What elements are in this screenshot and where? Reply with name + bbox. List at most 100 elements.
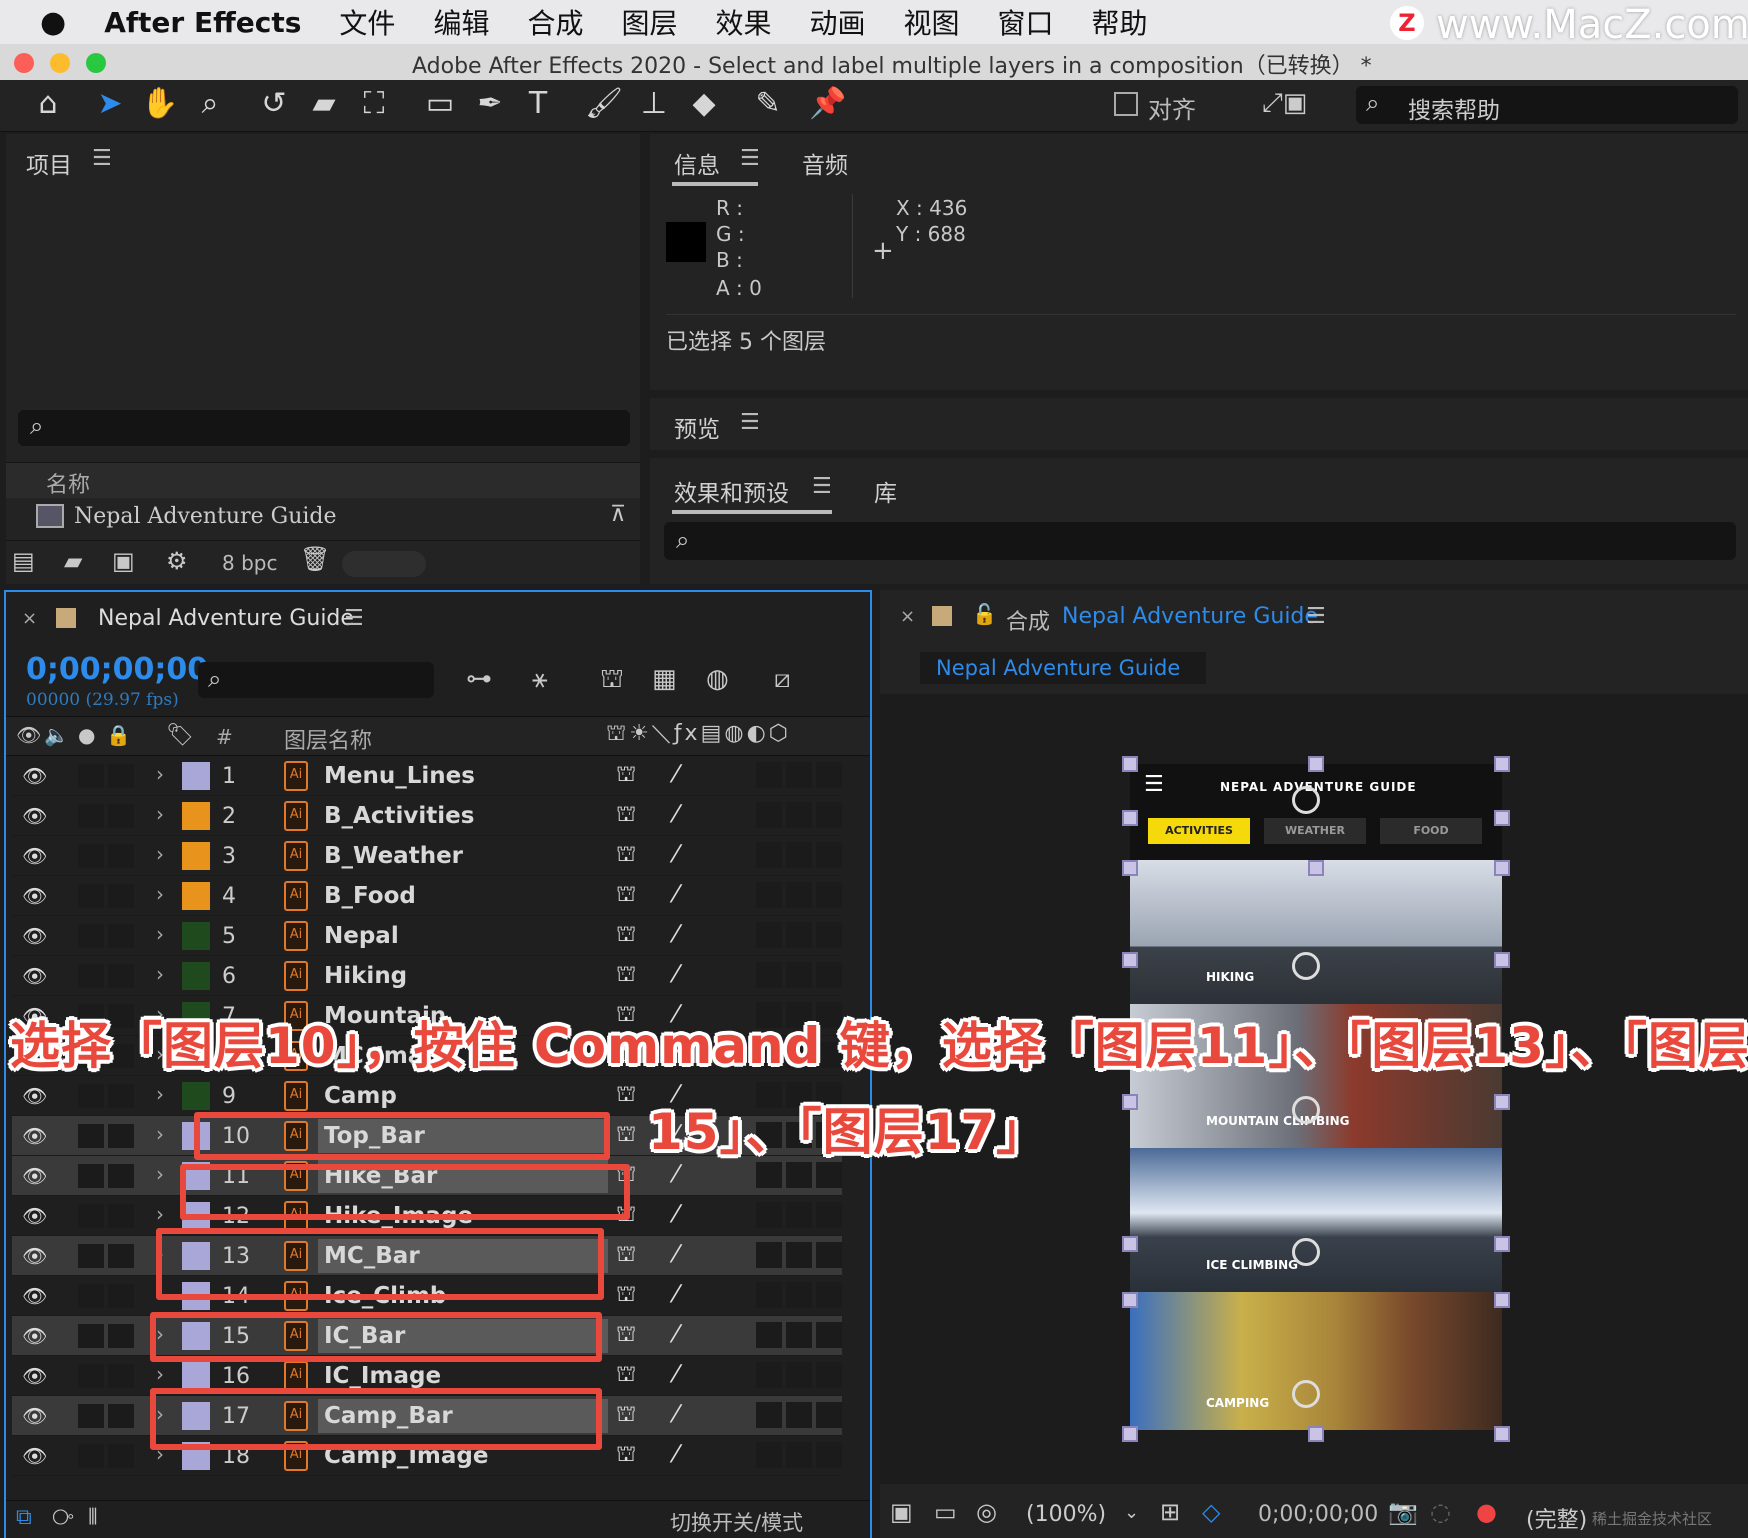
solo-switch[interactable] — [78, 844, 104, 868]
quality-switch-icon[interactable]: ⁄ — [674, 840, 678, 868]
label-color[interactable] — [182, 1082, 210, 1110]
tab-audio[interactable]: 音频 — [802, 146, 848, 180]
twirl-chevron-icon[interactable]: › — [156, 1162, 164, 1186]
threed-switch[interactable] — [816, 762, 842, 788]
threed-switch[interactable] — [816, 842, 842, 868]
blend-switch[interactable] — [756, 1242, 782, 1268]
threed-switch[interactable] — [816, 1162, 842, 1188]
adjust-switch[interactable] — [786, 762, 812, 788]
transparency-grid-icon[interactable]: ◇ — [1202, 1498, 1220, 1526]
channel-icon[interactable]: ● — [1476, 1498, 1497, 1526]
transform-handle[interactable] — [1122, 1094, 1138, 1110]
display-icon[interactable]: ▭ — [934, 1498, 957, 1526]
home-icon[interactable]: ⌂ — [28, 86, 68, 121]
transform-handle[interactable] — [1494, 1236, 1510, 1252]
shy-switch-icon[interactable]: ⛫ — [616, 882, 636, 910]
menu-animation[interactable]: 动画 — [810, 2, 866, 42]
shy-switch-icon[interactable]: ⛫ — [616, 762, 636, 790]
twirl-chevron-icon[interactable]: › — [156, 882, 164, 906]
solo-switch[interactable] — [78, 1364, 104, 1388]
transform-handle[interactable] — [1494, 860, 1510, 876]
anchor-point-icon[interactable] — [1292, 952, 1320, 980]
quality-switch-icon[interactable]: ⁄ — [674, 800, 678, 828]
menu-file[interactable]: 文件 — [339, 2, 395, 42]
camera-tool-icon[interactable]: ▰ — [304, 86, 344, 121]
transform-handle[interactable] — [1494, 1292, 1510, 1308]
solo-switch[interactable] — [78, 1204, 104, 1228]
table-row[interactable]: 👁 › 3 Ai B_Weather ⛫ ⁄ — [12, 836, 842, 876]
transform-handle[interactable] — [1122, 1236, 1138, 1252]
timeline-search-input[interactable]: ⌕ — [198, 662, 434, 698]
mask-icon[interactable]: ◎ — [976, 1498, 997, 1526]
roto-brush-tool-icon[interactable]: ✎ — [748, 86, 788, 121]
label-color[interactable] — [182, 882, 210, 910]
zoom-window-button[interactable] — [86, 53, 106, 73]
solo-switch[interactable] — [78, 1164, 104, 1188]
twirl-chevron-icon[interactable]: › — [156, 802, 164, 826]
solo-switch[interactable] — [78, 1324, 104, 1348]
always-preview-icon[interactable]: ▣ — [890, 1498, 913, 1526]
effects-menu-icon[interactable]: ☰ — [812, 474, 832, 499]
solo-switch[interactable] — [78, 1124, 104, 1148]
solo-switch[interactable] — [78, 1244, 104, 1268]
shy-switch-icon[interactable]: ⛫ — [616, 1442, 636, 1470]
threed-switch[interactable] — [816, 1362, 842, 1388]
threed-switch[interactable] — [816, 802, 842, 828]
shy-switch-icon[interactable]: ⛫ — [616, 1122, 636, 1150]
eye-icon[interactable]: 👁 — [22, 1164, 47, 1188]
menu-effect[interactable]: 效果 — [715, 2, 771, 42]
blend-switch[interactable] — [756, 1282, 782, 1308]
tab-info[interactable]: 信息 — [674, 146, 720, 180]
minimize-window-button[interactable] — [50, 53, 70, 73]
snapping-icon[interactable]: ⤢▣ — [1262, 88, 1307, 119]
layer-name[interactable]: Camp — [324, 1083, 397, 1109]
quality-switch-icon[interactable]: ⁄ — [674, 1280, 678, 1308]
project-scroll[interactable] — [342, 551, 426, 577]
eye-icon[interactable]: 👁 — [22, 924, 47, 948]
bit-depth-button[interactable]: 8 bpc — [222, 551, 277, 575]
menu-layer[interactable]: 图层 — [621, 2, 677, 42]
visibility-column-icon[interactable]: 👁 — [16, 723, 41, 747]
lock-switch[interactable] — [108, 1324, 134, 1348]
transform-handle[interactable] — [1122, 952, 1138, 968]
current-time[interactable]: 0;00;00;00 — [26, 652, 208, 687]
transform-handle[interactable] — [1494, 810, 1510, 826]
shy-switch-icon[interactable]: ⛫ — [616, 1402, 636, 1430]
quality-switch-icon[interactable]: ⁄ — [674, 1200, 678, 1228]
selection-tool-icon[interactable]: ➤ — [90, 86, 130, 121]
solo-switch[interactable] — [78, 1284, 104, 1308]
eye-icon[interactable]: 👁 — [22, 844, 47, 868]
threed-switch[interactable] — [816, 1322, 842, 1348]
twirl-chevron-icon[interactable]: › — [156, 1202, 164, 1226]
align-checkbox[interactable] — [1114, 92, 1138, 116]
zoom-select[interactable]: (100%) — [1026, 1502, 1106, 1527]
menu-composition[interactable]: 合成 — [527, 2, 583, 42]
eye-icon[interactable]: 👁 — [22, 804, 47, 828]
column-layer-name[interactable]: 图层名称 — [284, 723, 372, 755]
twirl-chevron-icon[interactable]: › — [156, 922, 164, 946]
blend-switch[interactable] — [756, 962, 782, 988]
quality-switch-icon[interactable]: ⁄ — [674, 1240, 678, 1268]
twirl-chevron-icon[interactable]: › — [156, 1362, 164, 1386]
blend-switch[interactable] — [756, 1402, 782, 1428]
transform-handle[interactable] — [1122, 860, 1138, 876]
solo-switch[interactable] — [78, 804, 104, 828]
twirl-chevron-icon[interactable]: › — [156, 842, 164, 866]
transform-handle[interactable] — [1308, 756, 1324, 772]
shy-switch-icon[interactable]: ⛫ — [616, 1242, 636, 1270]
twirl-chevron-icon[interactable]: › — [156, 962, 164, 986]
adjust-switch[interactable] — [786, 1442, 812, 1468]
transform-handle[interactable] — [1122, 810, 1138, 826]
interpret-footage-icon[interactable]: ▤ — [12, 547, 35, 575]
eye-icon[interactable]: 👁 — [22, 884, 47, 908]
blend-switch[interactable] — [756, 1362, 782, 1388]
shy-switch-icon[interactable]: ⛫ — [616, 1322, 636, 1350]
threed-switch[interactable] — [816, 1282, 842, 1308]
adjust-switch[interactable] — [786, 1402, 812, 1428]
menu-view[interactable]: 视图 — [904, 2, 960, 42]
solo-switch[interactable] — [78, 964, 104, 988]
transform-handle[interactable] — [1122, 1426, 1138, 1442]
layer-switches-icon[interactable]: ⧉ — [16, 1505, 32, 1530]
eye-icon[interactable]: 👁 — [22, 1364, 47, 1388]
twirl-chevron-icon[interactable]: › — [156, 1082, 164, 1106]
